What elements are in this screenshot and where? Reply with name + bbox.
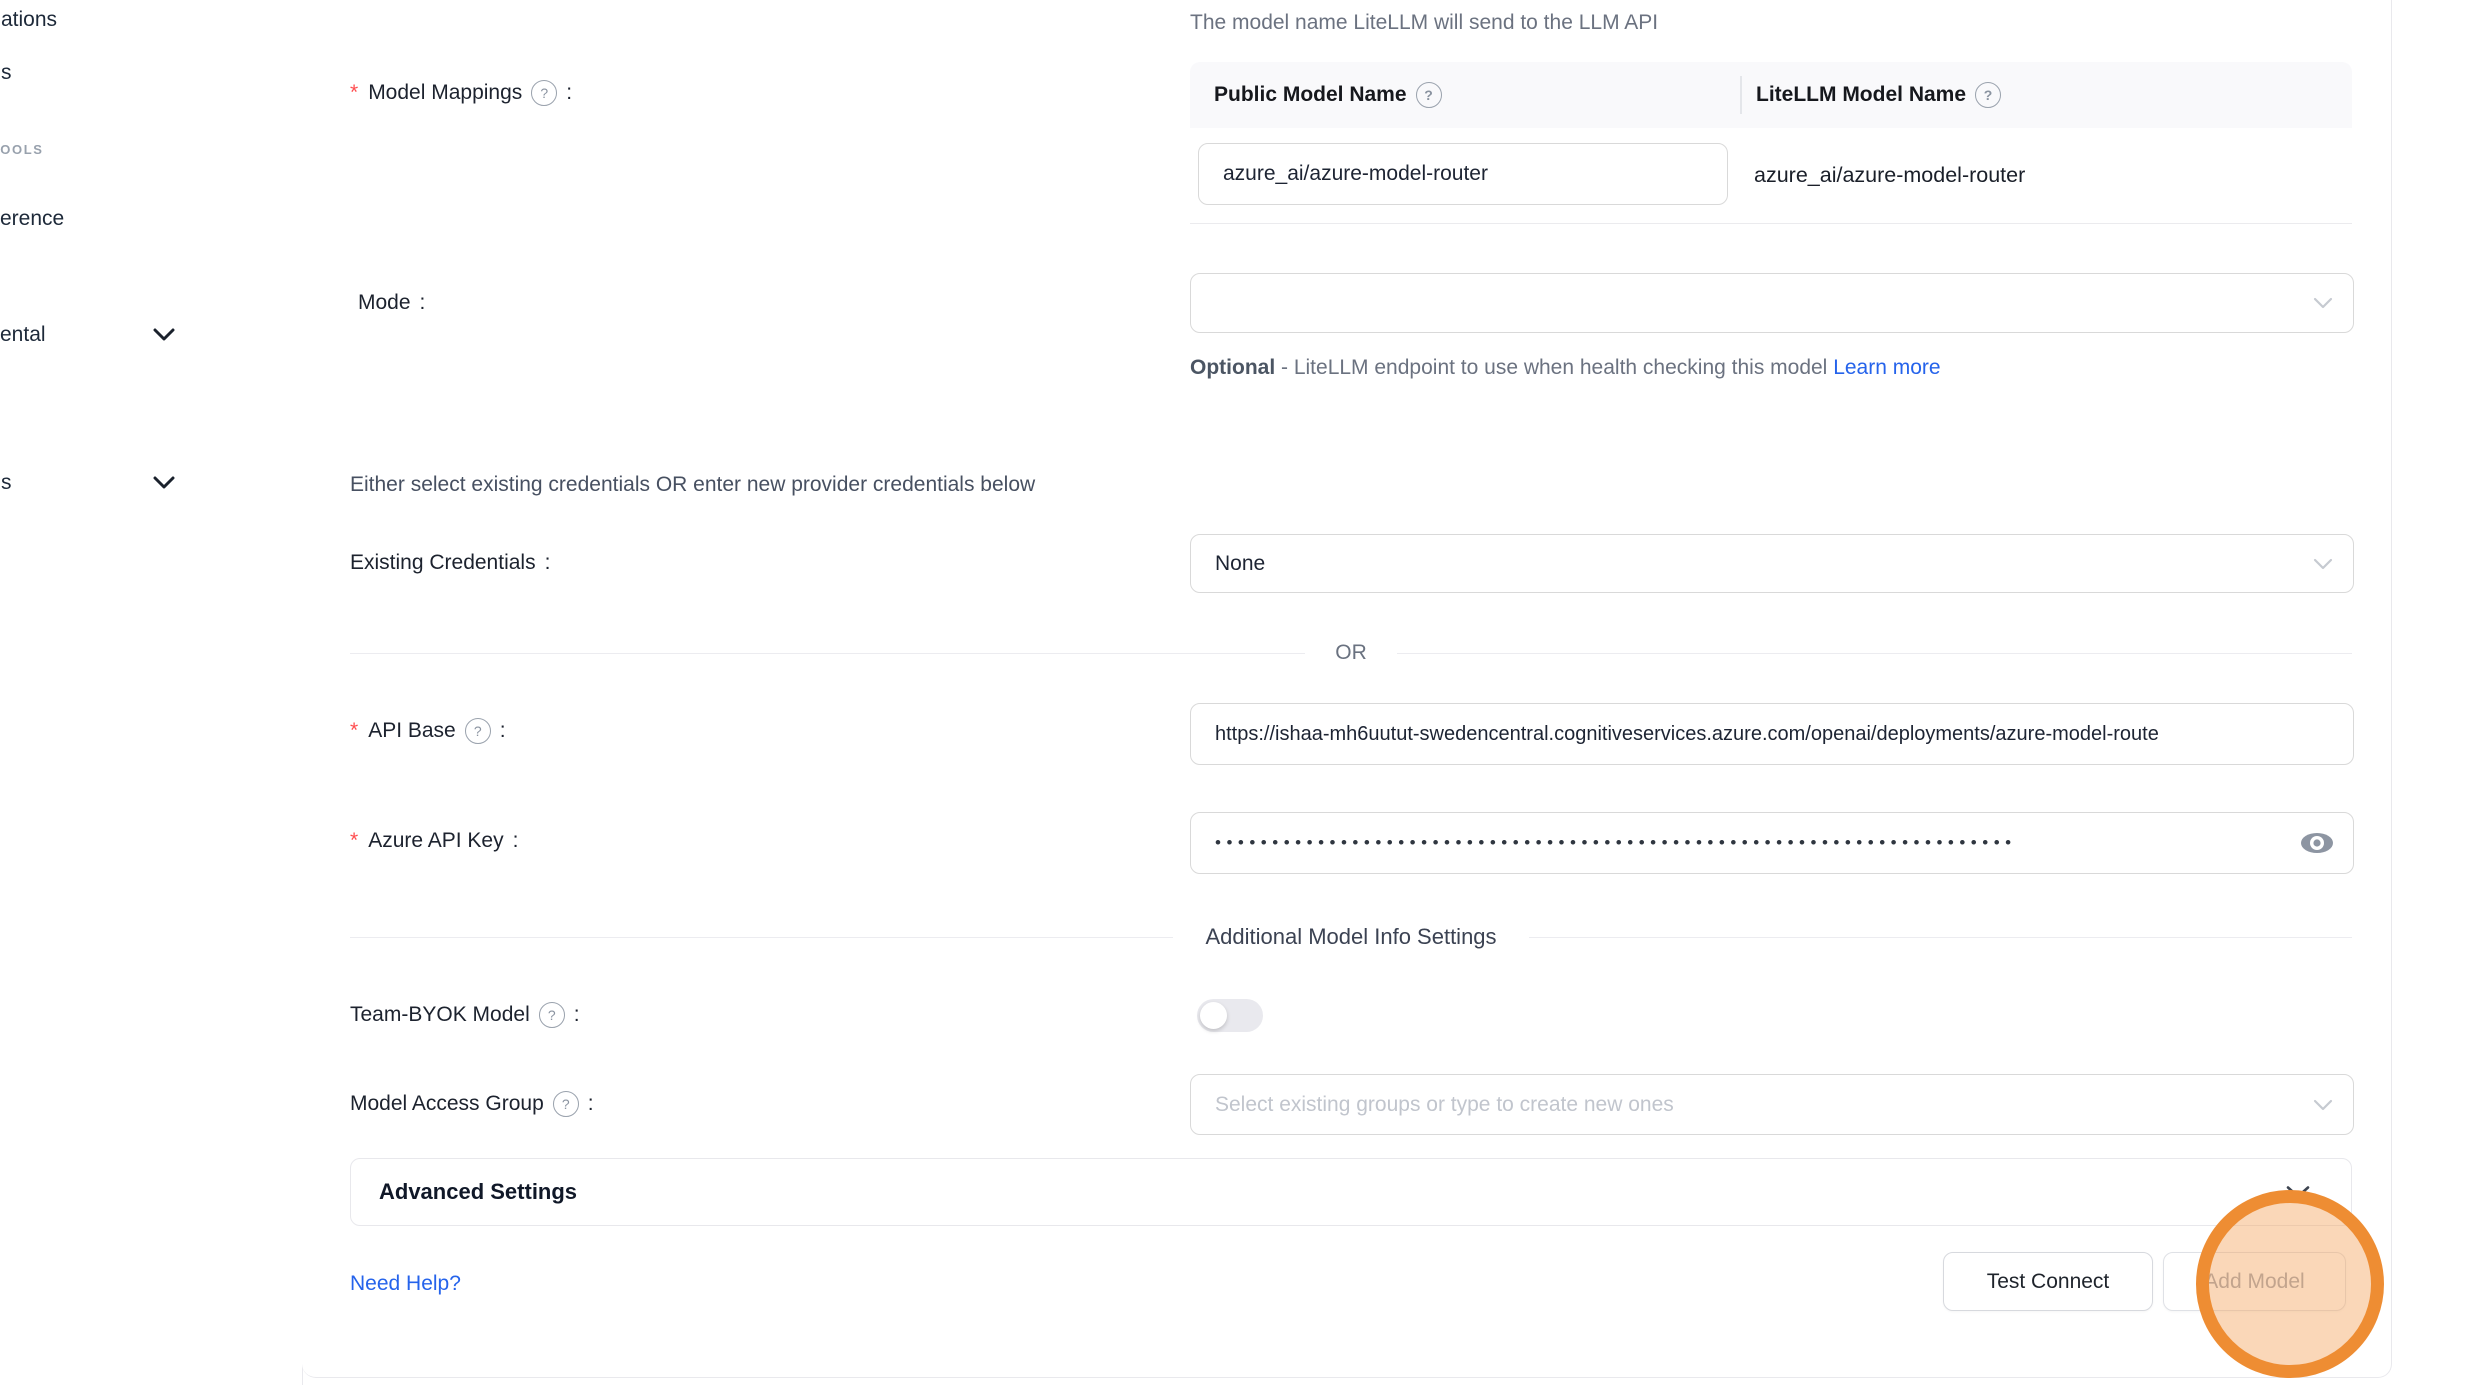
required-asterisk: * bbox=[350, 829, 358, 853]
need-help-link[interactable]: Need Help? bbox=[350, 1265, 461, 1303]
required-asterisk: * bbox=[350, 719, 358, 743]
team-byok-label: Team-BYOK Model ? : bbox=[350, 996, 580, 1034]
team-byok-toggle[interactable] bbox=[1197, 999, 1263, 1032]
public-model-name-value: azure_ai/azure-model-router bbox=[1199, 162, 1488, 186]
label-colon: : bbox=[566, 81, 572, 105]
sidebar-item-label: ations bbox=[1, 8, 57, 32]
label-colon: : bbox=[420, 291, 426, 315]
label-colon: : bbox=[513, 829, 519, 853]
advanced-settings-title: Advanced Settings bbox=[379, 1159, 577, 1225]
chevron-down-icon bbox=[2313, 1099, 2333, 1111]
test-connect-label: Test Connect bbox=[1987, 1270, 2110, 1294]
label-colon: : bbox=[500, 719, 506, 743]
public-model-name-input[interactable]: azure_ai/azure-model-router bbox=[1198, 143, 1728, 205]
azure-api-key-label: * Azure API Key : bbox=[350, 822, 518, 860]
sidebar: ations s TOOLS erence ental s bbox=[0, 0, 303, 1385]
additional-settings-divider: Additional Model Info Settings bbox=[350, 918, 2352, 956]
mode-label: Mode : bbox=[358, 284, 425, 322]
helper-bold: Optional bbox=[1190, 356, 1275, 379]
api-base-label: * API Base ? : bbox=[350, 712, 506, 750]
sidebar-item-label: erence bbox=[0, 207, 64, 231]
sidebar-item-fragment[interactable]: s bbox=[1, 56, 12, 90]
or-divider-label: OR bbox=[1335, 641, 1367, 665]
field-label: Mode bbox=[358, 291, 411, 315]
highlight-circle-annotation bbox=[2196, 1190, 2384, 1378]
help-icon[interactable]: ? bbox=[465, 718, 491, 744]
azure-api-key-input[interactable]: ••••••••••••••••••••••••••••••••••••••••… bbox=[1190, 812, 2354, 874]
azure-api-key-masked-value: ••••••••••••••••••••••••••••••••••••••••… bbox=[1191, 833, 2275, 853]
sidebar-item-fragment[interactable]: s bbox=[1, 466, 12, 500]
eye-icon[interactable] bbox=[2299, 830, 2335, 857]
sidebar-item-label: ental bbox=[0, 323, 46, 347]
sidebar-item-fragment[interactable]: erence bbox=[0, 202, 64, 236]
mode-select[interactable] bbox=[1190, 273, 2354, 333]
field-label: Team-BYOK Model bbox=[350, 1003, 530, 1027]
chevron-down-icon bbox=[2313, 558, 2333, 570]
model-access-group-placeholder: Select existing groups or type to create… bbox=[1191, 1093, 1674, 1117]
table-row: azure_ai/azure-model-router azure_ai/azu… bbox=[1190, 128, 2352, 224]
divider-line bbox=[350, 653, 1305, 654]
divider-line bbox=[1529, 937, 2352, 938]
mode-helper-text: Optional - LiteLLM endpoint to use when … bbox=[1190, 348, 2010, 388]
credentials-note: Either select existing credentials OR en… bbox=[350, 466, 1035, 504]
chevron-down-icon bbox=[2313, 297, 2333, 309]
toggle-knob bbox=[1200, 1002, 1227, 1029]
sidebar-item-label: s bbox=[1, 471, 12, 495]
api-base-input[interactable]: https://ishaa-mh6uutut-swedencentral.cog… bbox=[1190, 703, 2354, 765]
existing-credentials-select[interactable]: None bbox=[1190, 534, 2354, 593]
model-mappings-table: Public Model Name ? LiteLLM Model Name ?… bbox=[1190, 62, 2352, 224]
chevron-down-icon bbox=[153, 476, 175, 490]
column-header-litellm-model-name: LiteLLM Model Name ? bbox=[1740, 82, 2001, 108]
field-label: Azure API Key bbox=[368, 829, 503, 853]
column-header-label: LiteLLM Model Name bbox=[1756, 83, 1966, 107]
label-colon: : bbox=[574, 1003, 580, 1027]
learn-more-link[interactable]: Learn more bbox=[1833, 356, 1940, 379]
required-asterisk: * bbox=[350, 81, 358, 105]
help-icon[interactable]: ? bbox=[539, 1002, 565, 1028]
help-icon[interactable]: ? bbox=[553, 1091, 579, 1117]
help-icon[interactable]: ? bbox=[531, 80, 557, 106]
label-colon: : bbox=[545, 551, 551, 575]
label-colon: : bbox=[588, 1092, 594, 1116]
litellm-model-name-value: azure_ai/azure-model-router bbox=[1754, 128, 2025, 223]
divider-line bbox=[1397, 653, 2352, 654]
field-label: API Base bbox=[368, 719, 456, 743]
column-header-label: Public Model Name bbox=[1214, 83, 1407, 107]
api-base-value: https://ishaa-mh6uutut-swedencentral.cog… bbox=[1191, 723, 2169, 746]
help-icon[interactable]: ? bbox=[1975, 82, 2001, 108]
chevron-down-icon bbox=[153, 328, 175, 342]
field-label: Model Mappings bbox=[368, 81, 522, 105]
helper-body: - LiteLLM endpoint to use when health ch… bbox=[1275, 356, 1833, 379]
field-label: Existing Credentials bbox=[350, 551, 536, 575]
test-connect-button[interactable]: Test Connect bbox=[1943, 1252, 2153, 1311]
advanced-settings-panel[interactable]: Advanced Settings bbox=[350, 1158, 2352, 1226]
sidebar-item-label: s bbox=[1, 61, 12, 85]
sidebar-item-fragment[interactable]: ations bbox=[1, 3, 57, 37]
table-header-row: Public Model Name ? LiteLLM Model Name ? bbox=[1190, 62, 2352, 128]
help-icon[interactable]: ? bbox=[1416, 82, 1442, 108]
model-access-group-label: Model Access Group ? : bbox=[350, 1085, 594, 1123]
existing-credentials-value: None bbox=[1191, 552, 1265, 576]
column-header-public-model-name: Public Model Name ? bbox=[1190, 82, 1740, 108]
sidebar-section-label: TOOLS bbox=[0, 142, 44, 157]
add-model-page: ations s TOOLS erence ental s The model … bbox=[0, 0, 2477, 1385]
model-mappings-label: * Model Mappings ? : bbox=[350, 74, 572, 112]
model-name-helper-text: The model name LiteLLM will send to the … bbox=[1190, 4, 1658, 42]
or-divider: OR bbox=[350, 634, 2352, 672]
sidebar-section-tools: TOOLS bbox=[0, 142, 44, 157]
existing-credentials-label: Existing Credentials : bbox=[350, 544, 550, 582]
sidebar-item-fragment[interactable]: ental bbox=[0, 318, 46, 352]
divider-line bbox=[350, 937, 1173, 938]
column-divider bbox=[1740, 76, 1742, 114]
additional-settings-divider-label: Additional Model Info Settings bbox=[1205, 924, 1496, 950]
model-access-group-select[interactable]: Select existing groups or type to create… bbox=[1190, 1074, 2354, 1135]
field-label: Model Access Group bbox=[350, 1092, 544, 1116]
